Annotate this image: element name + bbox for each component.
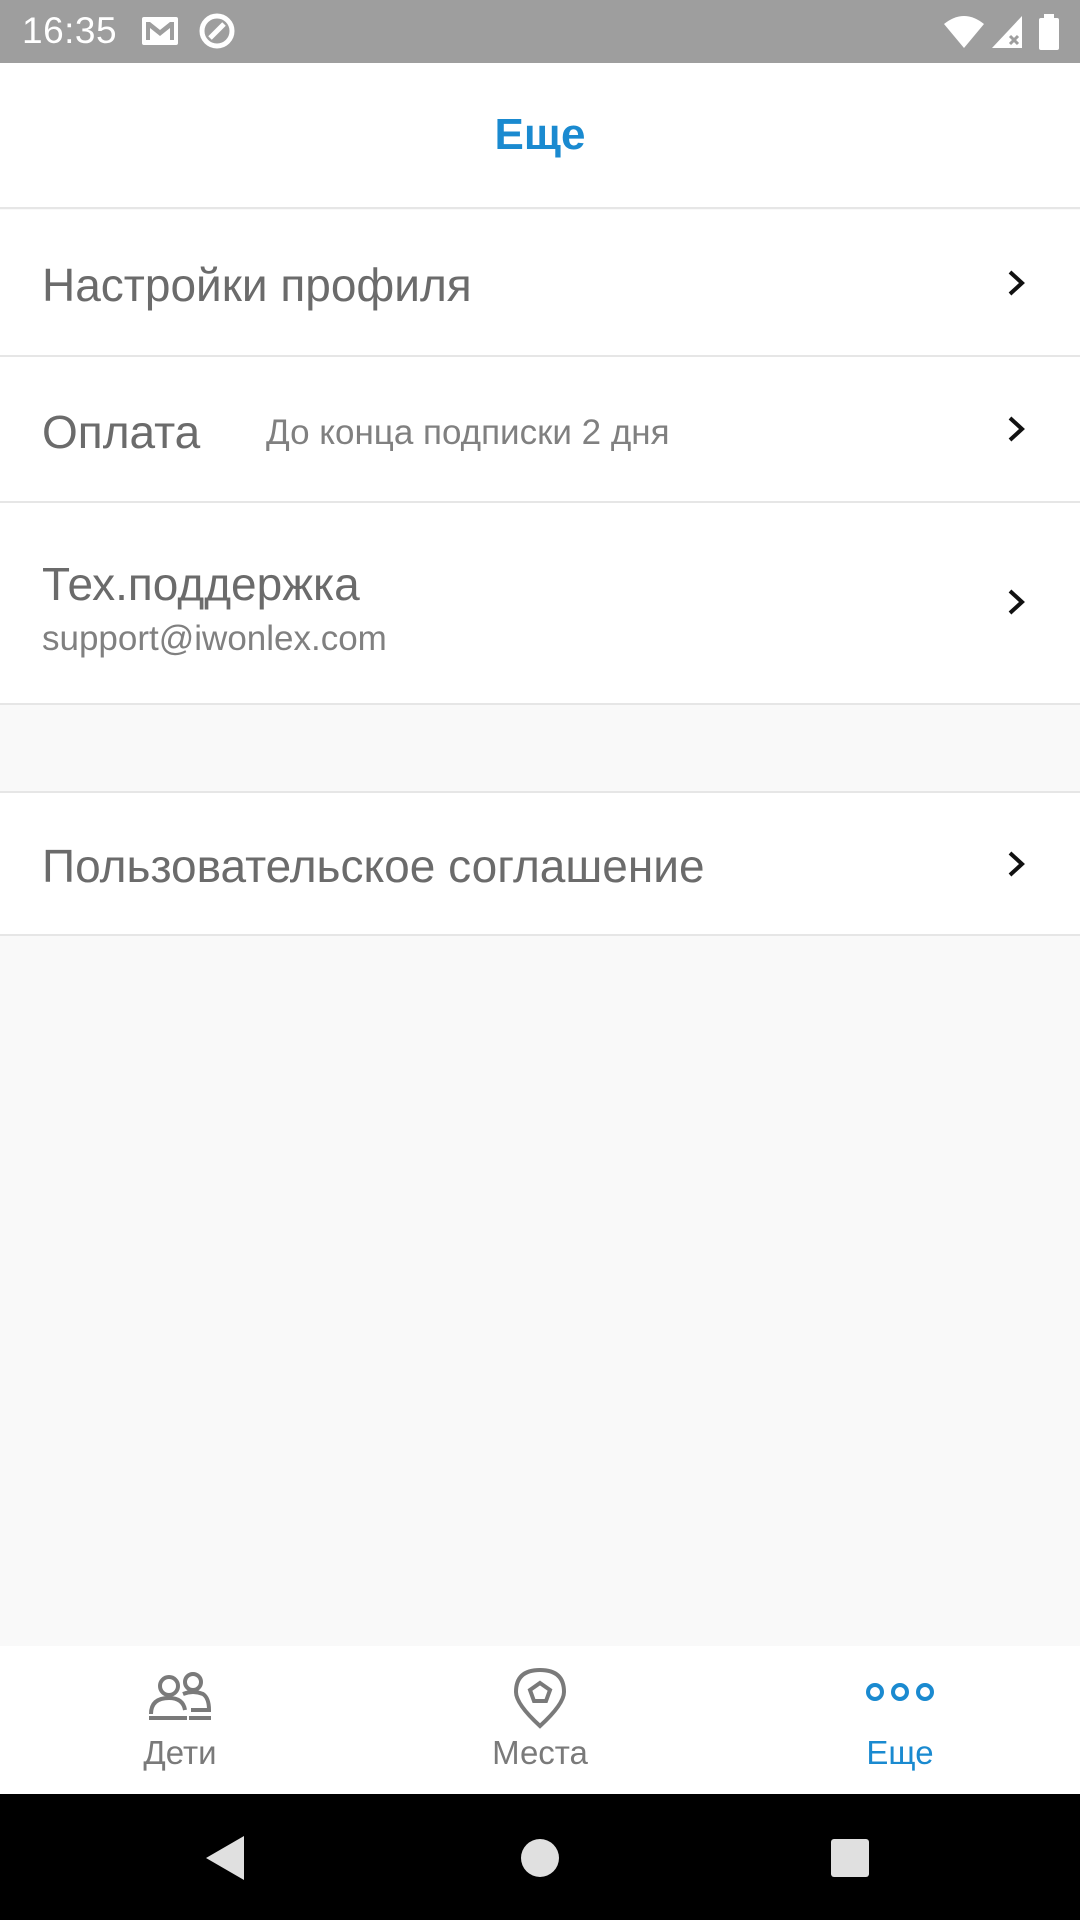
battery-icon (1039, 14, 1059, 50)
nav-tab-label: Места (492, 1734, 588, 1771)
status-time: 16:35 (22, 10, 118, 51)
home-icon[interactable] (520, 1838, 560, 1878)
children-icon (149, 1672, 212, 1720)
signal-icon (992, 16, 1022, 48)
recents-icon[interactable] (830, 1838, 870, 1878)
nav-tab-label: Дети (143, 1734, 217, 1771)
menu-item-support[interactable]: Тех.поддержка support@iwonlex.com (0, 503, 1080, 705)
screen: 16:35 Еще Настройки профиля Оплата До ко… (0, 0, 1080, 1920)
mail-icon (142, 17, 178, 45)
support-email: support@iwonlex.com (42, 619, 387, 658)
menu-item-label: Пользовательское соглашение (42, 840, 705, 892)
chevron-right-icon (1008, 416, 1025, 442)
sync-icon (199, 13, 235, 49)
page-header: Еще (0, 63, 1080, 209)
chevron-right-icon (1008, 851, 1025, 877)
bottom-navigation: Дети Места Еще (0, 1646, 1080, 1794)
wifi-icon (944, 16, 984, 48)
chevron-right-icon (1008, 270, 1025, 296)
nav-tab-places[interactable]: Места (360, 1646, 720, 1794)
menu-item-label: Настройки профиля (42, 259, 472, 311)
more-dots-icon (866, 1683, 934, 1701)
page-title: Еще (494, 110, 586, 159)
menu-item-label: Тех.поддержка (42, 558, 360, 610)
place-pin-icon (513, 1667, 567, 1729)
nav-tab-more[interactable]: Еще (720, 1646, 1080, 1794)
subscription-status: До конца подписки 2 дня (266, 413, 670, 452)
back-icon[interactable] (204, 1834, 246, 1882)
menu-item-payment[interactable]: Оплата До конца подписки 2 дня (0, 357, 1080, 503)
menu-item-profile-settings[interactable]: Настройки профиля (0, 210, 1080, 357)
nav-tab-children[interactable]: Дети (0, 1646, 360, 1794)
menu-item-label: Оплата (42, 406, 201, 458)
status-bar: 16:35 (0, 0, 1080, 63)
nav-tab-label: Еще (866, 1734, 934, 1771)
system-navigation-bar (0, 1794, 1080, 1920)
menu-item-user-agreement[interactable]: Пользовательское соглашение (0, 791, 1080, 936)
chevron-right-icon (1008, 589, 1025, 615)
